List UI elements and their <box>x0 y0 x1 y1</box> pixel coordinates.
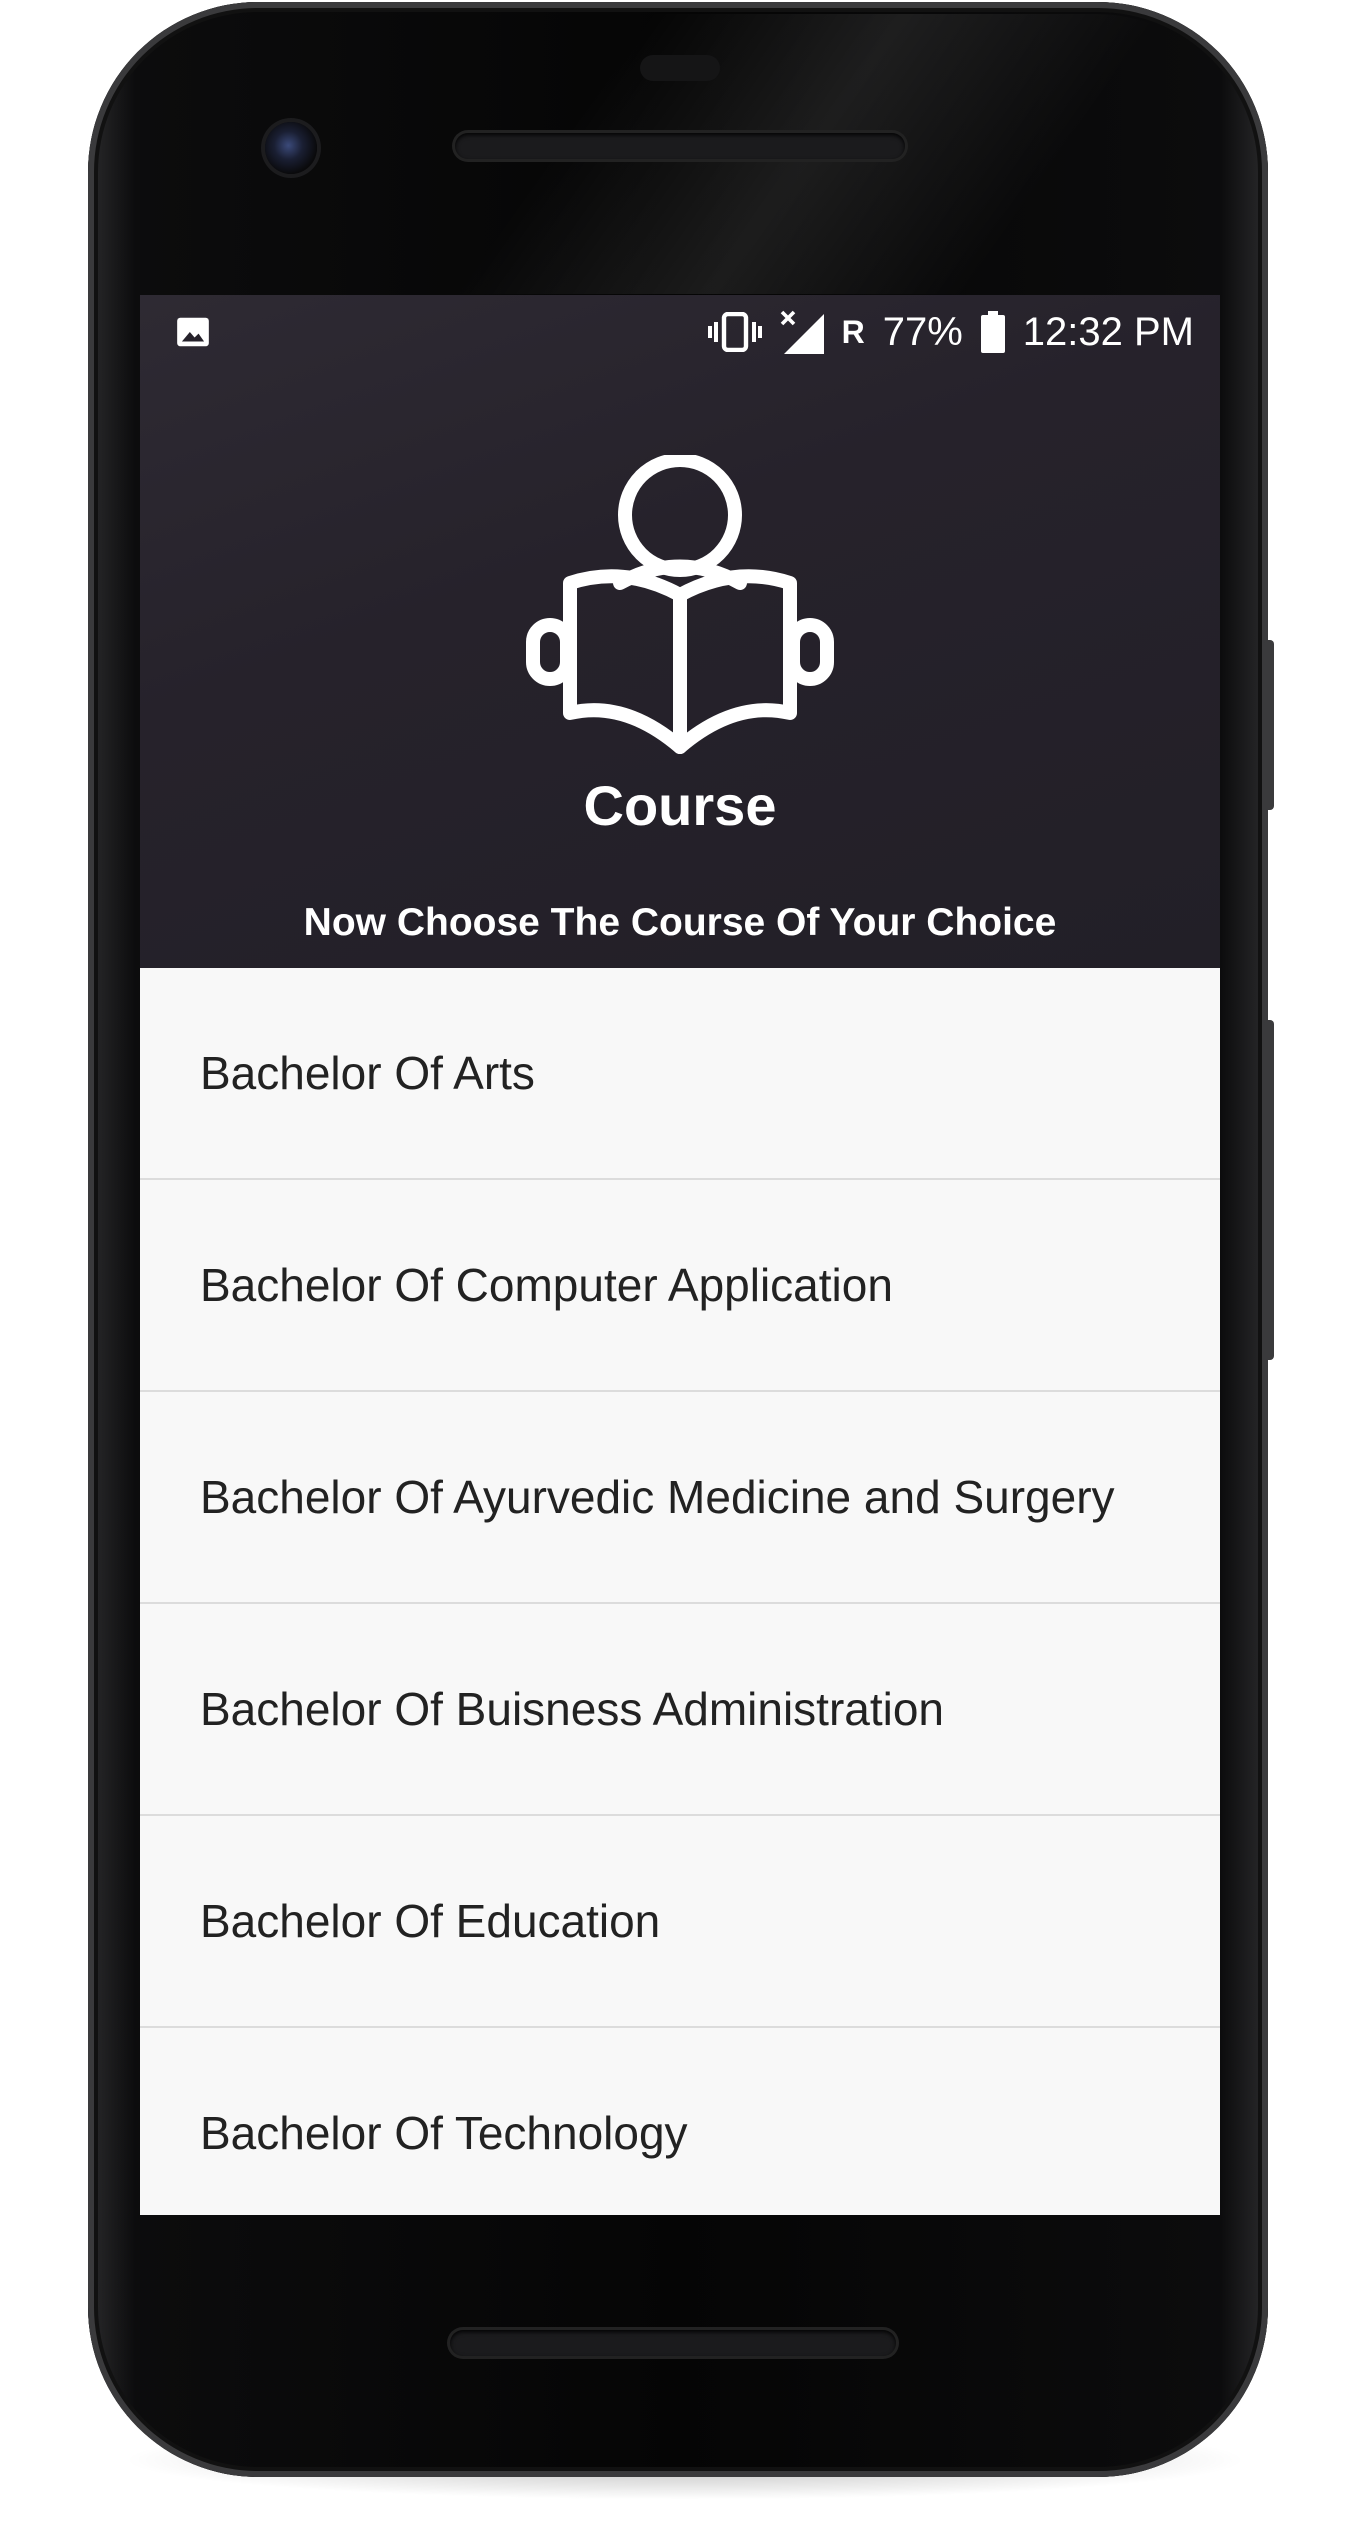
no-signal-icon <box>780 310 824 354</box>
bottom-speaker <box>450 2330 896 2356</box>
image-icon <box>177 317 209 347</box>
front-camera <box>265 122 317 174</box>
network-indicator: R <box>841 313 865 350</box>
course-header: R 77% 12:32 PM Course Now Choose The Cou… <box>140 295 1220 968</box>
status-indicators: R 77% 12:32 PM <box>707 295 1194 369</box>
earpiece-speaker <box>455 133 905 159</box>
status-time: 12:32 PM <box>1022 309 1194 354</box>
course-item-education[interactable]: Bachelor Of Education <box>140 1816 1220 2028</box>
course-item-label: Bachelor Of Computer Application <box>200 1259 893 1311</box>
course-item-technology[interactable]: Bachelor Of Technology <box>140 2028 1220 2215</box>
page-title: Course <box>583 774 777 837</box>
course-item-computer-application[interactable]: Bachelor Of Computer Application <box>140 1180 1220 1392</box>
battery-percent: 77% <box>882 309 963 354</box>
power-button <box>1264 1020 1274 1360</box>
course-item-label: Bachelor Of Arts <box>200 1047 535 1099</box>
course-item-arts[interactable]: Bachelor Of Arts <box>140 968 1220 1180</box>
status-bar: R 77% 12:32 PM <box>140 295 1220 369</box>
battery-icon <box>980 311 1005 353</box>
course-item-label: Bachelor Of Ayurvedic Medicine and Surge… <box>200 1471 1115 1523</box>
page-subtitle: Now Choose The Course Of Your Choice <box>303 901 1057 944</box>
course-item-business-administration[interactable]: Bachelor Of Buisness Administration <box>140 1604 1220 1816</box>
volume-button <box>1264 640 1274 810</box>
course-list: Bachelor Of Arts Bachelor Of Computer Ap… <box>140 968 1220 2215</box>
course-item-label: Bachelor Of Buisness Administration <box>200 1683 945 1735</box>
proximity-sensor <box>640 55 720 81</box>
reader-book-icon <box>526 455 834 754</box>
app-screen: R 77% 12:32 PM Course Now Choose The Cou… <box>140 295 1220 2215</box>
course-item-ayurvedic-medicine[interactable]: Bachelor Of Ayurvedic Medicine and Surge… <box>140 1392 1220 1604</box>
course-item-label: Bachelor Of Education <box>200 1895 661 1947</box>
vibrate-icon <box>707 312 762 352</box>
course-item-label: Bachelor Of Technology <box>200 2107 688 2159</box>
